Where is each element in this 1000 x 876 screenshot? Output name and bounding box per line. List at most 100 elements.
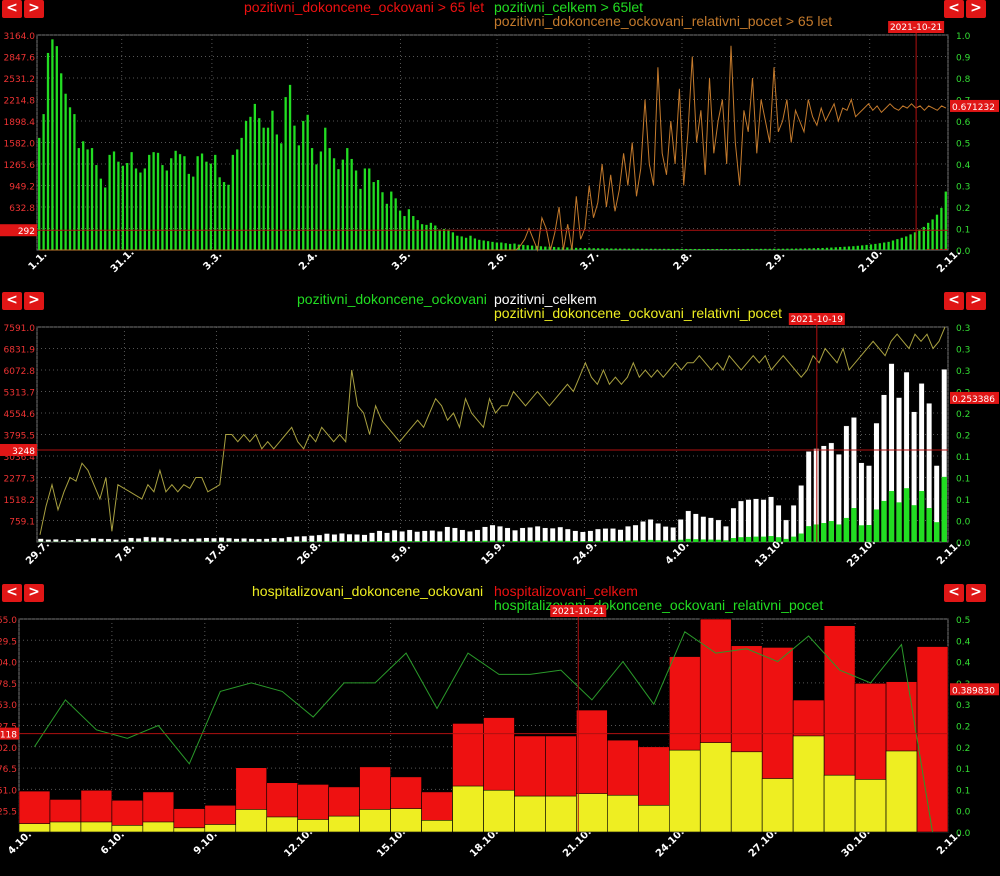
bar-total xyxy=(456,235,459,250)
y2-tick-label: 0.4 xyxy=(956,161,971,171)
y2-tick-label: 0.4 xyxy=(956,659,971,669)
bar-total xyxy=(738,500,744,543)
bar-total xyxy=(742,248,745,250)
bar-total xyxy=(158,537,165,543)
bar-total xyxy=(346,148,349,250)
bar-total xyxy=(341,159,345,250)
bar-total xyxy=(324,127,327,250)
bar-vaccinated xyxy=(668,749,701,833)
bar-total xyxy=(316,534,323,543)
bar-total xyxy=(852,246,855,250)
bar-vaccinated xyxy=(873,509,880,542)
bar-total xyxy=(368,168,371,250)
y-tick-label: 1582.0 xyxy=(4,140,36,150)
x-tick-label: 5.9. xyxy=(390,542,413,565)
bar-vaccinated xyxy=(512,541,518,542)
y-tick-label: 51.0 xyxy=(0,786,17,796)
bar-total xyxy=(337,169,340,250)
bar-total xyxy=(52,538,59,543)
bar-total xyxy=(451,527,458,543)
bar-total xyxy=(438,229,441,250)
bar-vaccinated xyxy=(625,540,631,542)
bar-total xyxy=(64,93,67,250)
bar-total xyxy=(684,248,688,250)
bar-total xyxy=(513,243,516,250)
bar-vaccinated xyxy=(881,500,887,542)
bar-total xyxy=(45,539,52,543)
bar-total xyxy=(786,248,789,250)
bar-total xyxy=(534,525,541,543)
bar-total xyxy=(935,214,939,250)
bar-vaccinated xyxy=(730,538,737,542)
bar-vaccinated xyxy=(813,524,819,542)
bar-vaccinated xyxy=(760,536,767,542)
bar-vaccinated xyxy=(545,795,577,833)
bar-total xyxy=(768,248,771,250)
bar-total xyxy=(733,248,736,250)
bar-total xyxy=(795,248,798,250)
bar-total xyxy=(83,539,89,543)
bar-total xyxy=(500,242,503,250)
chart-plot-3: 255.0229.5204.0178.5153.0127.5102.076.55… xyxy=(0,605,999,859)
bar-total xyxy=(916,646,949,833)
bar-vaccinated xyxy=(700,539,707,542)
bar-vaccinated xyxy=(527,540,533,542)
bar-total xyxy=(526,245,529,250)
bar-total xyxy=(519,527,526,543)
bar-total xyxy=(869,244,873,250)
bar-total xyxy=(677,519,684,543)
chart-panel-1: < > < > pozitivni_dokoncene_ockovani > 6… xyxy=(0,0,1000,275)
bar-total xyxy=(724,248,727,250)
bar-total xyxy=(579,531,586,543)
bar-total xyxy=(812,248,815,250)
bar-vaccinated xyxy=(783,538,789,542)
bar-total xyxy=(552,246,556,250)
bar-total xyxy=(692,513,699,543)
bar-vaccinated xyxy=(421,820,453,833)
bar-total xyxy=(467,531,473,543)
bar-total xyxy=(473,238,477,250)
bar-total xyxy=(596,248,600,250)
bar-total xyxy=(420,224,424,250)
bar-total xyxy=(527,527,534,543)
y-tick-label: 632.8 xyxy=(9,204,35,214)
bar-vaccinated xyxy=(678,539,684,542)
bar-total xyxy=(143,168,146,250)
bar-total xyxy=(512,529,518,543)
bar-total xyxy=(152,152,155,250)
x-tick-label: 24.9. xyxy=(572,539,600,567)
bar-vaccinated xyxy=(452,540,458,542)
bar-total xyxy=(497,525,503,543)
bar-total xyxy=(209,163,212,250)
bar-vaccinated xyxy=(390,808,422,833)
bar-total xyxy=(610,248,613,250)
bar-total xyxy=(847,246,851,250)
x-tick-label: 29.7. xyxy=(24,539,52,567)
bar-vaccinated xyxy=(452,785,484,833)
date-marker: 2021-10-21 xyxy=(550,605,607,617)
bar-total xyxy=(218,537,225,543)
bar-total xyxy=(195,538,202,543)
bar-total xyxy=(790,248,793,250)
bar-total xyxy=(640,248,644,250)
y2-tick-label: 0.6 xyxy=(956,118,971,128)
bar-total xyxy=(226,537,232,543)
y-tick-label: 3164.0 xyxy=(4,32,36,42)
bar-vaccinated xyxy=(437,541,443,542)
x-tick-label: 4.10. xyxy=(6,829,34,857)
bar-total xyxy=(416,220,419,250)
bar-total xyxy=(764,248,767,250)
bar-vaccinated xyxy=(519,540,526,542)
x-tick-label: 3.7. xyxy=(579,250,602,273)
bar-total xyxy=(583,248,587,250)
bar-total xyxy=(73,114,76,250)
y2-tick-label: 0.2 xyxy=(956,744,970,754)
date-marker-label: 2021-10-19 xyxy=(791,315,844,325)
bar-total xyxy=(280,143,283,250)
bar-vaccinated xyxy=(534,540,541,542)
bar-vaccinated xyxy=(587,541,594,542)
bar-total xyxy=(68,107,72,250)
bar-total xyxy=(680,248,683,250)
bar-total xyxy=(130,152,133,250)
bar-vaccinated xyxy=(941,476,947,542)
